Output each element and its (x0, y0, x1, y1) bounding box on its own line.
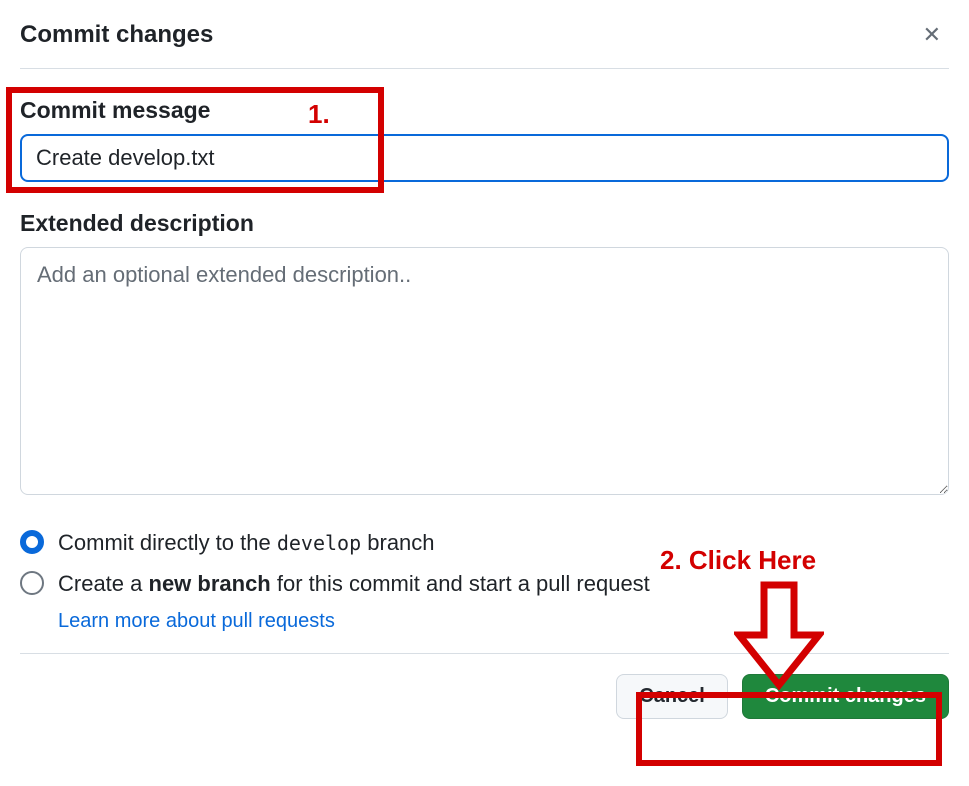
annotation-arrow-icon (734, 580, 824, 690)
commit-message-input[interactable] (20, 134, 949, 182)
annotation-label-step1: 1. (308, 99, 330, 130)
close-icon: ✕ (923, 22, 941, 47)
extended-description-label: Extended description (20, 210, 949, 237)
extended-description-textarea[interactable] (20, 247, 949, 495)
radio-selected-icon (20, 530, 44, 554)
dialog-title: Commit changes (20, 21, 213, 49)
commit-message-label: Commit message (20, 97, 949, 124)
commit-direct-label: Commit directly to the develop branch (58, 528, 435, 559)
new-branch-label: Create a new branch for this commit and … (58, 569, 650, 600)
radio-unselected-icon (20, 571, 44, 595)
annotation-label-step2: 2. Click Here (660, 545, 816, 576)
commit-message-section: Commit message (20, 97, 949, 182)
cancel-button[interactable]: Cancel (616, 674, 728, 719)
extended-description-section: Extended description (20, 210, 949, 500)
close-button[interactable]: ✕ (915, 18, 949, 52)
dialog-header: Commit changes ✕ (20, 18, 949, 69)
